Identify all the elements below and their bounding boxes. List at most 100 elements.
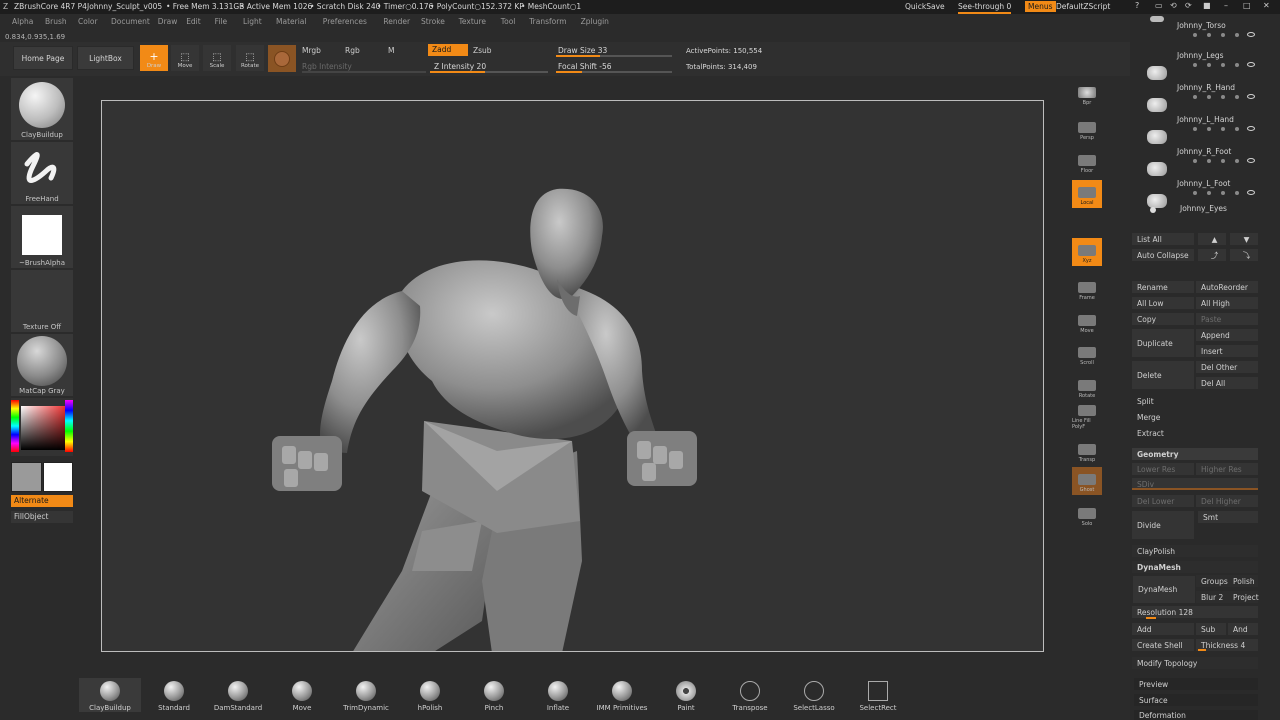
groups-toggle[interactable]: Groups (1196, 575, 1228, 587)
subtool-option-dot[interactable] (1207, 63, 1211, 67)
subtool-option-dot[interactable] (1221, 95, 1225, 99)
subtool-option-dot[interactable] (1207, 127, 1211, 131)
brush-claybuildup-button[interactable]: ClayBuildup (79, 678, 141, 712)
menu-tool[interactable]: Tool (501, 18, 516, 26)
help-icon[interactable]: ? (1135, 2, 1139, 10)
paste-button[interactable]: Paste (1196, 313, 1258, 325)
menu-light[interactable]: Light (243, 18, 262, 26)
delete-button[interactable]: Delete (1132, 361, 1194, 389)
quicksave-button[interactable]: QuickSave (905, 3, 945, 11)
and-button[interactable]: And (1228, 623, 1258, 635)
move-up-button[interactable]: ⤴ (1198, 249, 1226, 261)
del-lower-button[interactable]: Del Lower (1132, 495, 1194, 507)
subtool-option-dot[interactable] (1207, 191, 1211, 195)
subtool-option-dot[interactable] (1193, 63, 1197, 67)
minimize-icon[interactable]: – (1224, 2, 1228, 10)
subtool-option-dot[interactable] (1235, 191, 1239, 195)
del-all-button[interactable]: Del All (1196, 377, 1258, 389)
subtool-option-dot[interactable] (1221, 33, 1225, 37)
subtool-name-johnny_l_foot[interactable]: Johnny_L_Foot (1177, 179, 1230, 188)
move-mode-button[interactable]: ⬚ Move (171, 45, 199, 71)
polish-toggle[interactable]: Polish (1228, 575, 1258, 587)
arrow-down-button[interactable]: ▼ (1230, 233, 1258, 245)
duplicate-button[interactable]: Duplicate (1132, 329, 1194, 357)
visibility-eye-icon[interactable] (1247, 32, 1255, 37)
scale-mode-button[interactable]: ⬚ Scale (203, 45, 231, 71)
see-through-slider[interactable]: See-through 0 (958, 3, 1012, 14)
sculpt-model[interactable] (102, 101, 1044, 652)
subtool-option-dot[interactable] (1207, 159, 1211, 163)
lock-icon[interactable]: ■ (1203, 2, 1211, 10)
dock-floor-button[interactable]: Floor (1072, 148, 1102, 176)
menu-draw[interactable]: Draw (158, 18, 178, 26)
all-high-button[interactable]: All High (1196, 297, 1258, 309)
dock-solo-button[interactable]: Solo (1072, 501, 1102, 529)
dock-local-button[interactable]: Local (1072, 180, 1102, 208)
all-low-button[interactable]: All Low (1132, 297, 1194, 309)
deformation-menu[interactable]: Deformation (1134, 710, 1258, 720)
del-higher-button[interactable]: Del Higher (1196, 495, 1258, 507)
brush-inflate-button[interactable]: Inflate (527, 678, 589, 712)
menu-render[interactable]: Render (383, 18, 410, 26)
higher-res-button[interactable]: Higher Res (1196, 463, 1258, 475)
subtool-name-johnny_r_hand[interactable]: Johnny_R_Hand (1177, 83, 1235, 92)
brush-standard-button[interactable]: Standard (143, 678, 205, 712)
alternate-button[interactable]: Alternate (11, 495, 73, 507)
subtool-option-dot[interactable] (1235, 95, 1239, 99)
subtool-option-dot[interactable] (1207, 33, 1211, 37)
add-button[interactable]: Add (1132, 623, 1194, 635)
draw-size-slider[interactable]: Draw Size 33 (558, 47, 607, 55)
project-toggle[interactable]: Project (1228, 591, 1259, 603)
dock-transp-button[interactable]: Transp (1072, 437, 1102, 465)
menu-color[interactable]: Color (78, 18, 98, 26)
insert-button[interactable]: Insert (1196, 345, 1258, 357)
dock-persp-button[interactable]: Persp (1072, 115, 1102, 143)
layout-icon[interactable]: ▭ (1155, 2, 1163, 10)
menu-transform[interactable]: Transform (529, 18, 566, 26)
menu-file[interactable]: File (215, 18, 228, 26)
zadd-toggle[interactable]: Zadd (428, 44, 468, 56)
geometry-header[interactable]: Geometry (1132, 448, 1258, 460)
brush-move-button[interactable]: Move (271, 678, 333, 712)
focal-shift-slider[interactable]: Focal Shift -56 (558, 63, 612, 71)
document-canvas[interactable] (101, 100, 1044, 652)
z-intensity-slider[interactable]: Z Intensity 20 (434, 63, 486, 71)
rgb-intensity-slider[interactable]: Rgb Intensity (302, 63, 352, 71)
subtool-name-johnny_r_foot[interactable]: Johnny_R_Foot (1177, 147, 1231, 156)
mrgb-toggle[interactable]: Mrgb (302, 47, 321, 55)
subtool-option-dot[interactable] (1235, 33, 1239, 37)
subtool-name-johnny_l_hand[interactable]: Johnny_L_Hand (1177, 115, 1234, 124)
menu-document[interactable]: Document (111, 18, 150, 26)
subtool-option-dot[interactable] (1193, 127, 1197, 131)
undo-icon[interactable]: ⟲ (1170, 2, 1177, 10)
claypolish-menu[interactable]: ClayPolish (1132, 545, 1258, 557)
draw-mode-button[interactable]: + Draw (140, 45, 168, 71)
subtool-option-dot[interactable] (1221, 191, 1225, 195)
close-icon[interactable]: ✕ (1263, 2, 1270, 10)
auto-reorder-button[interactable]: AutoReorder (1196, 281, 1258, 293)
hue-strip[interactable] (11, 400, 19, 452)
rotate-mode-button[interactable]: ⬚ Rotate (236, 45, 264, 71)
dock-move-button[interactable]: Move (1072, 308, 1102, 336)
subtool-option-dot[interactable] (1235, 63, 1239, 67)
menu-zplugin[interactable]: Zplugin (581, 18, 609, 26)
visibility-eye-icon[interactable] (1247, 190, 1255, 195)
sub-button[interactable]: Sub (1196, 623, 1226, 635)
subtool-option-dot[interactable] (1207, 95, 1211, 99)
subtool-name-johnny_eyes[interactable]: Johnny_Eyes (1180, 204, 1227, 213)
brush-imm-primitives-button[interactable]: IMM Primitives (591, 678, 653, 712)
brush-transpose-button[interactable]: Transpose (719, 678, 781, 712)
visibility-eye-icon[interactable] (1247, 62, 1255, 67)
dock-xyz-button[interactable]: Xyz (1072, 238, 1102, 266)
subtool-option-dot[interactable] (1221, 63, 1225, 67)
default-zscript-button[interactable]: DefaultZScript (1056, 3, 1110, 11)
color-picker[interactable] (11, 398, 73, 456)
rgb-intensity-track[interactable] (302, 71, 426, 73)
color-saturation-square[interactable] (21, 406, 65, 450)
smt-toggle[interactable]: Smt (1198, 511, 1258, 523)
brush-paint-button[interactable]: Paint (655, 678, 717, 712)
del-other-button[interactable]: Del Other (1196, 361, 1258, 373)
secondary-color-swatch[interactable] (11, 462, 42, 492)
dock-frame-button[interactable]: Frame (1072, 275, 1102, 303)
subtool-option-dot[interactable] (1193, 95, 1197, 99)
